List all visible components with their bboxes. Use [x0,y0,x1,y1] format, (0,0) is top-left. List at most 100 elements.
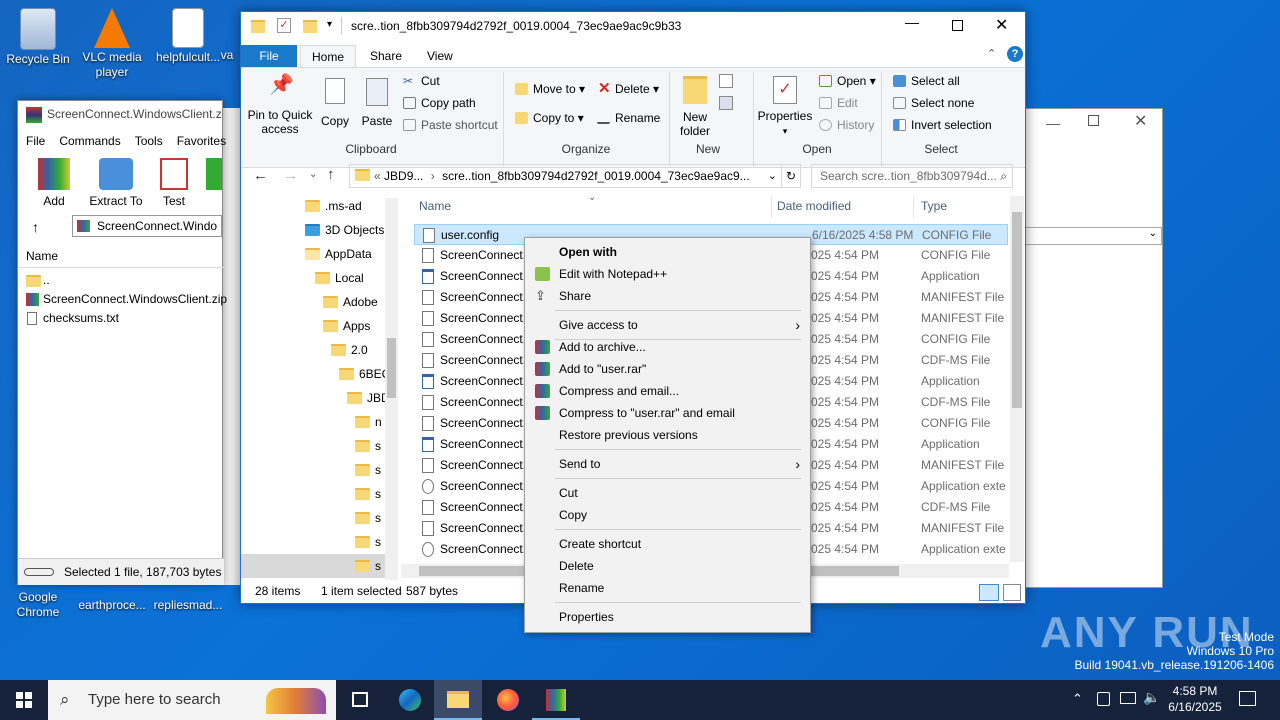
menu-open-with[interactable]: Open with [525,241,810,263]
menu-add-archive[interactable]: Add to archive... [525,336,810,358]
edit-button[interactable]: Edit [817,93,858,113]
tree-item-2-0[interactable]: 2.0 [329,339,368,361]
tree-scrollbar-thumb[interactable] [387,338,396,398]
menu-file[interactable]: File [26,134,45,148]
winrar-extract-button[interactable]: Extract To [88,158,144,208]
new-folder-button[interactable]: New folder [675,76,715,138]
tree-scrollbar[interactable] [385,198,398,580]
task-view-button[interactable] [336,680,384,720]
chevron-down-icon[interactable]: ⌄ [768,165,777,187]
chevron-up-icon[interactable]: ⌃ [1072,691,1083,707]
winrar-path-field[interactable]: ScreenConnect.Windo [72,215,222,237]
firefox-button[interactable] [484,680,532,720]
winrar-window[interactable]: ScreenConnect.WindowsClient.z File Comma… [17,100,227,585]
copy-path-button[interactable]: Copy path [401,93,476,113]
search-box[interactable]: Search scre..tion_8fbb309794d... ⌕ [811,164,1013,188]
new-item-icon[interactable] [719,74,733,88]
winrar-col-name[interactable]: Name [18,244,224,268]
list-item[interactable]: ScreenConnect.WindowsClient.zip [26,290,227,309]
desktop-icon-vlc[interactable]: VLC media player [74,8,150,80]
tree-item-3d-objects[interactable]: 3D Objects [303,219,384,241]
copy-to-button[interactable]: Copy to ▾ [513,108,584,128]
pin-quick-access-button[interactable]: 📌 Pin to Quick access [247,75,313,136]
tree-item-s[interactable]: s [353,459,381,481]
menu-add-rar[interactable]: Add to "user.rar" [525,358,810,380]
collapse-ribbon-icon[interactable]: ⌃ [987,47,996,60]
menu-commands[interactable]: Commands [59,134,120,148]
menu-share[interactable]: ⇪ Share [525,285,810,307]
minimize-icon[interactable]: — [905,14,919,30]
maximize-icon[interactable] [952,20,963,31]
address-bar[interactable]: « JBD9... › scre..tion_8fbb309794d2792f_… [349,164,782,188]
notification-icon[interactable] [1239,691,1256,706]
tree-item-s[interactable]: s [353,435,381,457]
tab-share[interactable]: Share [359,45,413,67]
tree-item-s-selected[interactable]: s [353,555,381,577]
tree-item-ms-ad[interactable]: .ms-ad [303,195,362,217]
tree-item-appdata[interactable]: AppData [303,243,372,265]
menu-compress-email[interactable]: Compress and email... [525,380,810,402]
menu-give-access[interactable]: Give access to › [525,314,810,336]
invert-selection-button[interactable]: Invert selection [891,115,992,135]
menu-create-shortcut[interactable]: Create shortcut [525,533,810,555]
view-icon[interactable] [206,158,222,190]
file-explorer-taskbar-button[interactable] [434,680,482,720]
back-arrow-icon[interactable]: ← [253,167,268,184]
tree-item-apps[interactable]: Apps [321,315,370,337]
cut-button[interactable]: ✂ Cut [401,71,440,91]
up-arrow-icon[interactable]: ↑ [327,166,335,183]
desktop-icon-earthproce[interactable]: earthproce... [74,598,150,613]
tree-item-s[interactable]: s [353,483,381,505]
security-icon[interactable] [1097,692,1110,706]
col-header-type[interactable]: Type [921,199,947,213]
list-vertical-scrollbar[interactable] [1010,196,1024,562]
desktop-icon-chrome[interactable]: Google Chrome [0,590,76,620]
breadcrumb-part1[interactable]: JBD9... [384,169,423,183]
tree-item-n[interactable]: n [353,411,382,433]
properties-button[interactable]: ✓ Properties ▾ [757,76,813,138]
desktop-icon-va[interactable]: va [212,48,242,63]
close-icon[interactable]: ✕ [995,15,1008,35]
menu-cut[interactable]: Cut [525,482,810,504]
menu-favorites[interactable]: Favorites [177,134,226,148]
move-to-button[interactable]: Move to ▾ [513,79,585,99]
scrollbar-thumb[interactable] [1012,212,1022,408]
close-icon[interactable]: ✕ [1134,111,1147,131]
easy-access-icon[interactable] [719,96,733,110]
list-item[interactable]: checksums.txt [26,309,227,328]
edge-button[interactable] [386,680,434,720]
menu-rename[interactable]: Rename [525,577,810,599]
taskbar-search-box[interactable]: ⌕ Type here to search [48,680,336,720]
desktop-icon-recycle-bin[interactable]: Recycle Bin [0,8,76,67]
winrar-test-button[interactable]: Test [156,158,192,208]
menu-send-to[interactable]: Send to › [525,453,810,475]
menu-tools[interactable]: Tools [135,134,163,148]
open-button[interactable]: Open ▾ [817,71,876,91]
tree-item-s[interactable]: s [353,507,381,529]
tab-home[interactable]: Home [300,45,357,67]
up-arrow-icon[interactable]: ↑ [32,219,39,235]
menu-delete[interactable]: Delete [525,555,810,577]
breadcrumb-part2[interactable]: scre..tion_8fbb309794d2792f_0019.0004_73… [442,169,750,183]
winrar-taskbar-button[interactable] [532,680,580,720]
recent-locations-icon[interactable]: ⌄ [309,169,317,180]
copy-button[interactable]: Copy [317,78,353,128]
refresh-icon[interactable]: ↻ [781,164,801,188]
rename-button[interactable]: Rename [595,108,660,128]
history-button[interactable]: History [817,115,874,135]
help-icon[interactable]: ? [1007,46,1023,62]
background-window[interactable]: — ✕ ⌄ [1020,108,1163,588]
col-header-name[interactable]: Name [419,199,451,213]
list-item[interactable]: .. [26,271,227,290]
menu-compress-rar-email[interactable]: Compress to "user.rar" and email [525,402,810,424]
start-button[interactable] [0,680,48,720]
tree-item-s[interactable]: s [353,531,381,553]
maximize-icon[interactable] [1088,115,1099,126]
forward-arrow-icon[interactable]: → [283,167,298,184]
winrar-add-button[interactable]: Add [36,158,72,208]
menu-properties[interactable]: Properties [525,606,810,628]
col-header-date[interactable]: Date modified [777,199,851,213]
tree-item-jbd[interactable]: JBD [345,387,390,409]
tab-view[interactable]: View [416,45,464,67]
customize-quick-access-icon[interactable]: ▾ [327,19,332,30]
